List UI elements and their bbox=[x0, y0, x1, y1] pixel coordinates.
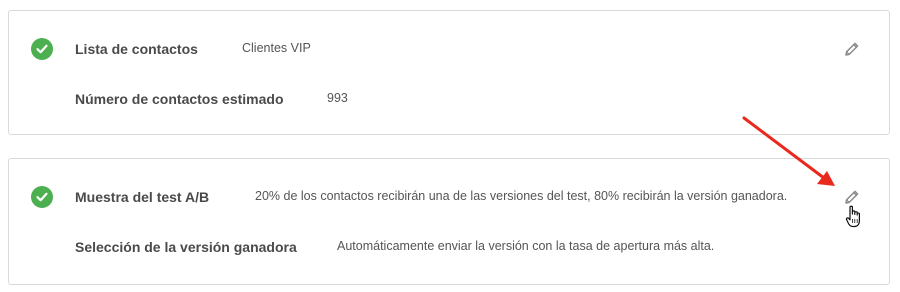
contact-list-label: Lista de contactos bbox=[75, 41, 198, 57]
winning-version-value: Automáticamente enviar la versión con la… bbox=[337, 239, 715, 253]
pencil-icon[interactable] bbox=[843, 40, 861, 58]
check-circle-icon bbox=[31, 38, 53, 60]
summary-page: Lista de contactos Clientes VIP Número d… bbox=[0, 0, 900, 292]
winning-version-label: Selección de la versión ganadora bbox=[75, 239, 297, 255]
ab-test-sample-label: Muestra del test A/B bbox=[75, 189, 210, 205]
contacts-summary-card: Lista de contactos Clientes VIP Número d… bbox=[8, 10, 890, 135]
ab-test-sample-value: 20% de los contactos recibirán una de la… bbox=[255, 189, 788, 203]
estimated-contacts-value: 993 bbox=[327, 91, 348, 105]
pencil-icon[interactable] bbox=[843, 188, 861, 206]
ab-test-summary-card: Muestra del test A/B 20% de los contacto… bbox=[8, 158, 890, 285]
contact-list-value: Clientes VIP bbox=[242, 41, 311, 55]
check-circle-icon bbox=[31, 186, 53, 208]
estimated-contacts-label: Número de contactos estimado bbox=[75, 91, 284, 107]
